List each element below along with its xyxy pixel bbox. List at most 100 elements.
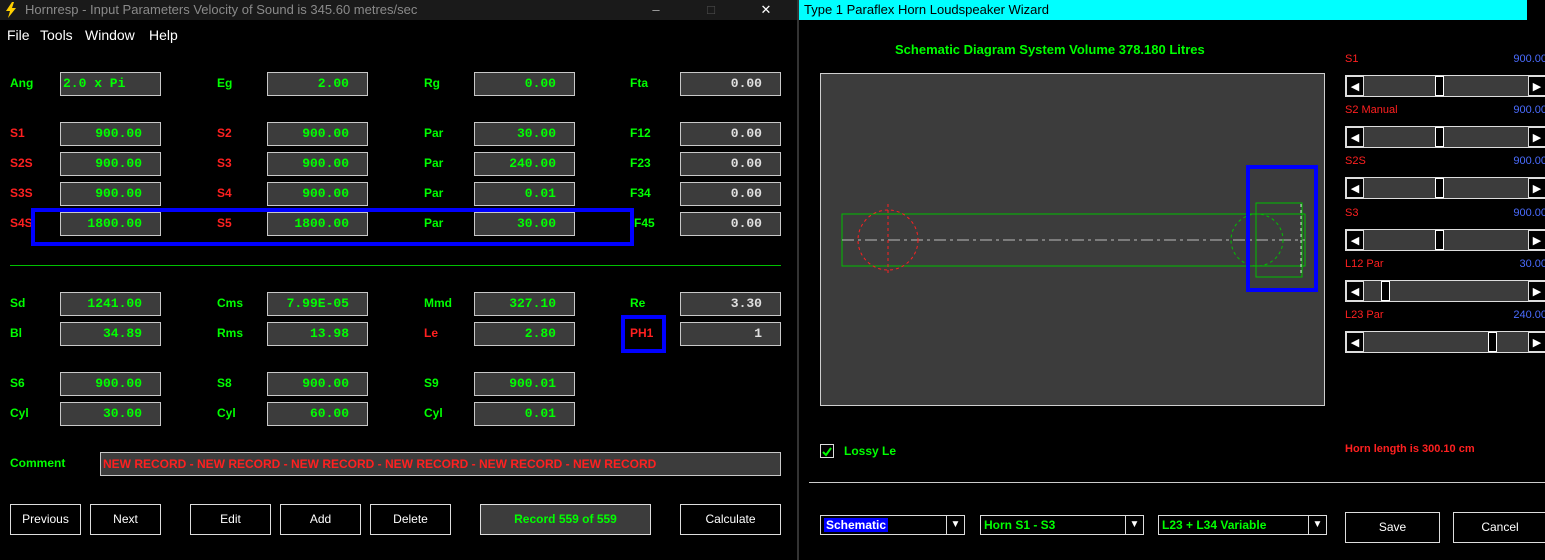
- s4-field[interactable]: 900.00: [267, 182, 368, 206]
- slider-thumb[interactable]: [1435, 230, 1444, 250]
- save-button[interactable]: Save: [1345, 512, 1440, 543]
- s6-field[interactable]: 900.00: [60, 372, 161, 396]
- right-arrow-icon[interactable]: ▶: [1528, 230, 1545, 250]
- rg-label: Rg: [424, 76, 440, 90]
- slider-s3[interactable]: ◀ ▶: [1345, 229, 1545, 251]
- cyl1-field[interactable]: 30.00: [60, 402, 161, 426]
- s1-field[interactable]: 900.00: [60, 122, 161, 146]
- slider-thumb[interactable]: [1435, 178, 1444, 198]
- chevron-down-icon[interactable]: ▼: [946, 516, 964, 534]
- f12-field[interactable]: 0.00: [680, 122, 781, 146]
- s9-field[interactable]: 900.01: [474, 372, 575, 396]
- right-close-control[interactable]: [1527, 0, 1545, 20]
- sd-field[interactable]: 1241.00: [60, 292, 161, 316]
- chevron-down-icon[interactable]: ▼: [1125, 516, 1143, 534]
- menu-window[interactable]: Window: [85, 27, 135, 43]
- rg-field[interactable]: 0.00: [474, 72, 575, 96]
- left-arrow-icon[interactable]: ◀: [1346, 281, 1364, 301]
- slider-thumb[interactable]: [1488, 332, 1497, 352]
- s4-label: S4: [217, 186, 232, 200]
- chevron-down-icon[interactable]: ▼: [1308, 516, 1326, 534]
- left-arrow-icon[interactable]: ◀: [1346, 76, 1364, 96]
- menu-file[interactable]: File: [7, 27, 30, 43]
- s2s-field[interactable]: 900.00: [60, 152, 161, 176]
- eg-field[interactable]: 2.00: [267, 72, 368, 96]
- horn-dropdown[interactable]: Horn S1 - S3 ▼: [980, 515, 1144, 535]
- left-arrow-icon[interactable]: ◀: [1346, 332, 1364, 352]
- variable-dropdown[interactable]: L23 + L34 Variable ▼: [1158, 515, 1327, 535]
- close-button[interactable]: ✕: [743, 0, 789, 20]
- left-arrow-icon[interactable]: ◀: [1346, 230, 1364, 250]
- right-window-title: Type 1 Paraflex Horn Loudspeaker Wizard: [804, 2, 1049, 17]
- f34-field[interactable]: 0.00: [680, 182, 781, 206]
- menu-help[interactable]: Help: [149, 27, 178, 43]
- le-field[interactable]: 2.80: [474, 322, 575, 346]
- cyl3-field[interactable]: 0.01: [474, 402, 575, 426]
- slider-l23-value: 240.00: [1513, 309, 1545, 321]
- s3s-field[interactable]: 900.00: [60, 182, 161, 206]
- left-arrow-icon[interactable]: ◀: [1346, 127, 1364, 147]
- par3-field[interactable]: 0.01: [474, 182, 575, 206]
- mmd-field[interactable]: 327.10: [474, 292, 575, 316]
- rms-field[interactable]: 13.98: [267, 322, 368, 346]
- s2-field[interactable]: 900.00: [267, 122, 368, 146]
- right-arrow-icon[interactable]: ▶: [1528, 332, 1545, 352]
- cancel-button[interactable]: Cancel: [1453, 512, 1545, 543]
- s8-field[interactable]: 900.00: [267, 372, 368, 396]
- slider-s2[interactable]: ◀ ▶: [1345, 126, 1545, 148]
- re-field[interactable]: 3.30: [680, 292, 781, 316]
- delete-button[interactable]: Delete: [370, 504, 451, 535]
- slider-l23[interactable]: ◀ ▶: [1345, 331, 1545, 353]
- slider-thumb[interactable]: [1435, 76, 1444, 96]
- slider-s1[interactable]: ◀ ▶: [1345, 75, 1545, 97]
- fta-field[interactable]: 0.00: [680, 72, 781, 96]
- cyl2-field[interactable]: 60.00: [267, 402, 368, 426]
- f45-field[interactable]: 0.00: [680, 212, 781, 236]
- s3-field[interactable]: 900.00: [267, 152, 368, 176]
- f23-label: F23: [630, 156, 651, 170]
- view-dropdown[interactable]: Schematic ▼: [820, 515, 965, 535]
- left-arrow-icon[interactable]: ◀: [1346, 178, 1364, 198]
- right-arrow-icon[interactable]: ▶: [1528, 127, 1545, 147]
- f34-label: F34: [630, 186, 651, 200]
- right-arrow-icon[interactable]: ▶: [1528, 76, 1545, 96]
- rms-label: Rms: [217, 326, 244, 340]
- slider-thumb[interactable]: [1381, 281, 1390, 301]
- ang-field[interactable]: 2.0 x Pi: [60, 72, 161, 96]
- s9-label: S9: [424, 376, 439, 390]
- add-button[interactable]: Add: [280, 504, 361, 535]
- slider-s2s[interactable]: ◀ ▶: [1345, 177, 1545, 199]
- slider-s2-label: S2 Manual 900.00: [1345, 104, 1545, 116]
- edit-button[interactable]: Edit: [190, 504, 271, 535]
- left-window-title: Hornresp - Input Parameters Velocity of …: [25, 2, 418, 17]
- previous-button[interactable]: Previous: [10, 504, 81, 535]
- par2-field[interactable]: 240.00: [474, 152, 575, 176]
- s1-label: S1: [10, 126, 25, 140]
- bl-field[interactable]: 34.89: [60, 322, 161, 346]
- ph1-highlight: [621, 315, 666, 353]
- comment-field[interactable]: NEW RECORD - NEW RECORD - NEW RECORD - N…: [100, 452, 781, 476]
- menu-tools[interactable]: Tools: [40, 27, 73, 43]
- slider-l12[interactable]: ◀ ▶: [1345, 280, 1545, 302]
- right-arrow-icon[interactable]: ▶: [1528, 178, 1545, 198]
- comment-label: Comment: [10, 456, 66, 470]
- slider-thumb[interactable]: [1435, 127, 1444, 147]
- view-dropdown-value: Schematic: [824, 518, 889, 532]
- cms-field[interactable]: 7.99E-05: [267, 292, 368, 316]
- par1-field[interactable]: 30.00: [474, 122, 575, 146]
- lightning-icon: [6, 2, 16, 18]
- maximize-button[interactable]: □: [688, 0, 734, 20]
- right-arrow-icon[interactable]: ▶: [1528, 281, 1545, 301]
- minimize-button[interactable]: –: [633, 0, 679, 20]
- ph1-field[interactable]: 1: [680, 322, 781, 346]
- s3s-label: S3S: [10, 186, 33, 200]
- lossy-le-checkbox[interactable]: [820, 444, 834, 458]
- slider-s3-label: S3 900.00: [1345, 207, 1545, 219]
- f23-field[interactable]: 0.00: [680, 152, 781, 176]
- slider-s2-value: 900.00: [1513, 104, 1545, 116]
- next-button[interactable]: Next: [90, 504, 161, 535]
- mmd-label: Mmd: [424, 296, 452, 310]
- calculate-button[interactable]: Calculate: [680, 504, 781, 535]
- footer-divider: [809, 482, 1545, 483]
- cyl1-label: Cyl: [10, 406, 29, 420]
